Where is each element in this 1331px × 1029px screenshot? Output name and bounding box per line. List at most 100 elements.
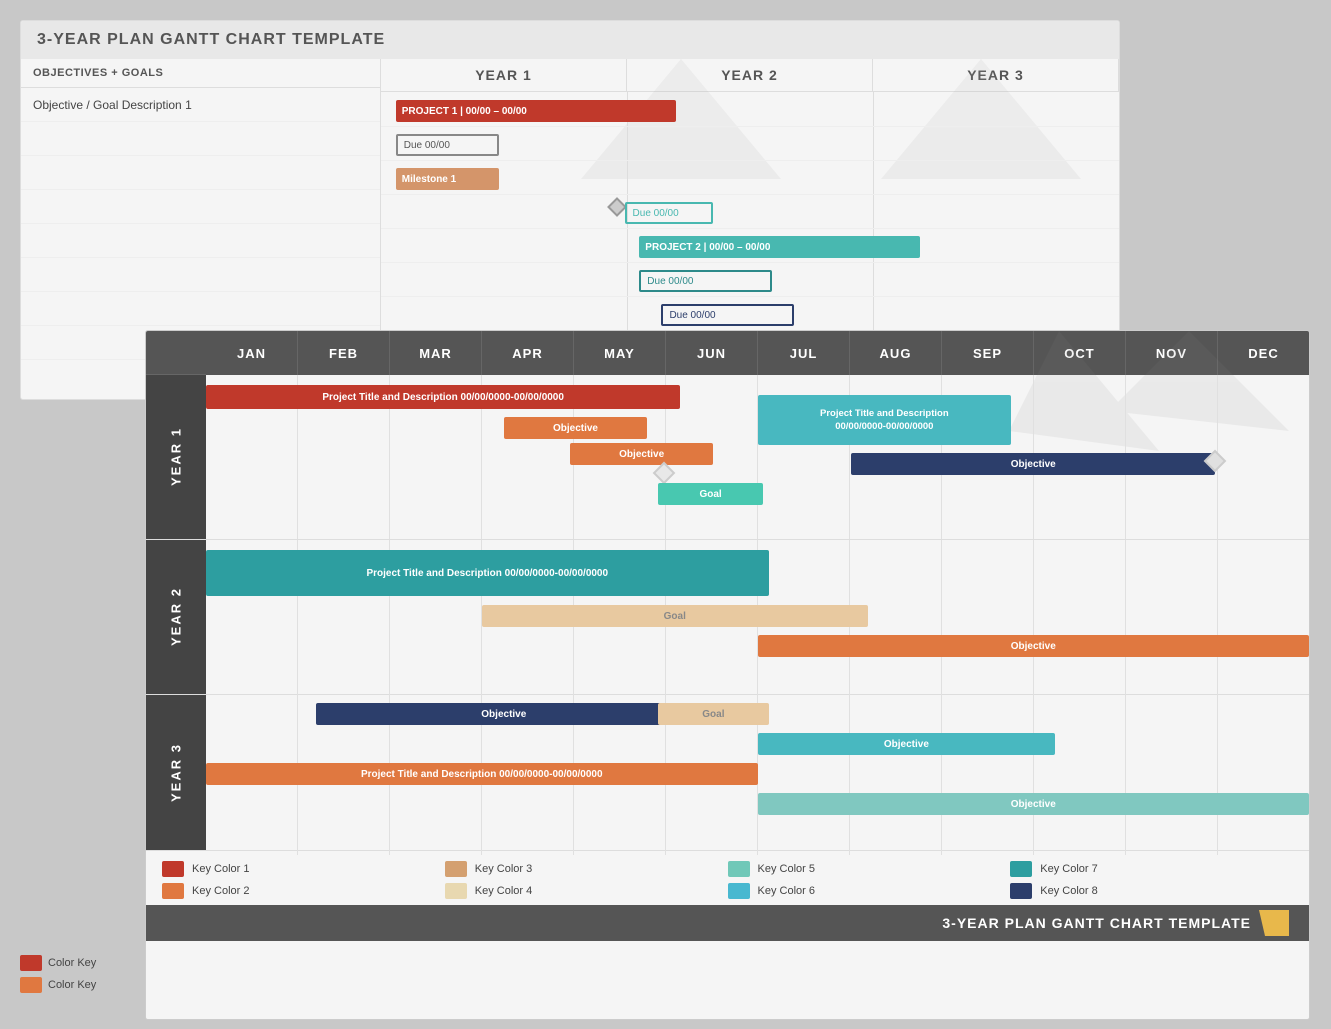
year2-label: YEAR 2 [146, 540, 206, 694]
key-label-4: Key Color 4 [475, 885, 532, 897]
footer-title: 3-YEAR PLAN GANTT CHART TEMPLATE [942, 915, 1251, 931]
y3-bar-project1: Project Title and Description 00/00/0000… [206, 763, 758, 785]
header-row: JAN FEB MAR APR MAY JUN JUL AUG SEP OCT … [146, 331, 1309, 375]
month-aug: AUG [850, 331, 942, 375]
bg-hline-4 [381, 228, 1119, 229]
year2-content: Project Title and Description 00/00/0000… [206, 540, 1309, 700]
month-oct: OCT [1034, 331, 1126, 375]
y3-bar-obj2: Objective [758, 733, 1056, 755]
key-col-4: Key Color 7 Key Color 8 [1010, 861, 1293, 899]
bg-row-7 [21, 292, 380, 326]
y3-col-oct [1034, 695, 1126, 855]
bg-due-2: Due 00/00 [625, 202, 714, 224]
bg-card-title: 3-YEAR PLAN GANTT CHART TEMPLATE [37, 31, 385, 48]
bg-row-3 [21, 156, 380, 190]
month-jul: JUL [758, 331, 850, 375]
key-swatch-7 [1010, 861, 1032, 877]
bg-row-2 [21, 122, 380, 156]
bg-row-6 [21, 258, 380, 292]
month-dec: DEC [1218, 331, 1309, 375]
bg-key-label-2: Color Key [48, 979, 96, 991]
key-item-4: Key Color 4 [445, 883, 728, 899]
footer-bar: 3-YEAR PLAN GANTT CHART TEMPLATE [146, 905, 1309, 941]
y3-col-aug [850, 695, 942, 855]
key-swatch-6 [728, 883, 750, 899]
main-card: JAN FEB MAR APR MAY JUN JUL AUG SEP OCT … [145, 330, 1310, 1020]
bg-key-swatch-1 [20, 955, 42, 971]
bg-due-1: Due 00/00 [396, 134, 499, 156]
y3-col-sep [942, 695, 1034, 855]
key-item-8: Key Color 8 [1010, 883, 1293, 899]
month-headers: JAN FEB MAR APR MAY JUN JUL AUG SEP OCT … [206, 331, 1309, 375]
key-swatch-2 [162, 883, 184, 899]
bg-key-item-2: Color Key [20, 977, 96, 993]
y2-bar-obj1: Objective [758, 635, 1310, 657]
key-label-8: Key Color 8 [1040, 885, 1097, 897]
y2-col-sep [942, 540, 1034, 700]
bg-hline-5 [381, 262, 1119, 263]
bg-year-1: YEAR 1 [381, 59, 627, 91]
bg-year-3: YEAR 3 [873, 59, 1119, 91]
key-label-2: Key Color 2 [192, 885, 249, 897]
y1-bar-obj1: Objective [504, 417, 647, 439]
bg-hline-6 [381, 296, 1119, 297]
bg-year-headers: YEAR 1 YEAR 2 YEAR 3 [381, 59, 1119, 92]
bg-key-swatch-2 [20, 977, 42, 993]
key-col-3: Key Color 5 Key Color 6 [728, 861, 1011, 899]
bg-bar-milestone1: Milestone 1 [396, 168, 499, 190]
year3-label: YEAR 3 [146, 695, 206, 850]
y3-bar-obj1: Objective [316, 703, 691, 725]
month-feb: FEB [298, 331, 390, 375]
bg-row-5 [21, 224, 380, 258]
bg-hline-1 [381, 126, 1119, 127]
month-jun: JUN [666, 331, 758, 375]
key-label-3: Key Color 3 [475, 863, 532, 875]
key-swatch-1 [162, 861, 184, 877]
header-corner [146, 331, 206, 375]
bg-row-4 [21, 190, 380, 224]
month-mar: MAR [390, 331, 482, 375]
year1-label: YEAR 1 [146, 375, 206, 539]
y3-bar-obj3: Objective [758, 793, 1310, 815]
key-item-3: Key Color 3 [445, 861, 728, 877]
year1-section: YEAR 1 Project Title and Description 00/… [146, 375, 1309, 540]
y1-bar-obj3: Objective [851, 453, 1215, 475]
bg-bar-project2: PROJECT 2 | 00/00 – 00/00 [639, 236, 919, 258]
bg-due-4: Due 00/00 [661, 304, 794, 326]
y2-col-dec [1218, 540, 1309, 700]
key-label-7: Key Color 7 [1040, 863, 1097, 875]
key-label-6: Key Color 6 [758, 885, 815, 897]
key-swatch-5 [728, 861, 750, 877]
key-item-2: Key Color 2 [162, 883, 445, 899]
key-item-1: Key Color 1 [162, 861, 445, 877]
key-label-1: Key Color 1 [192, 863, 249, 875]
y2-col-nov [1126, 540, 1218, 700]
bg-key-label-1: Color Key [48, 957, 96, 969]
year3-section: YEAR 3 Objective Goal Objective Project … [146, 695, 1309, 850]
y1-bar-project1: Project Title and Description 00/00/0000… [206, 385, 680, 409]
y3-col-dec [1218, 695, 1309, 855]
y3-col-jul [758, 695, 850, 855]
bg-year-2: YEAR 2 [627, 59, 873, 91]
key-item-6: Key Color 6 [728, 883, 1011, 899]
bg-due-3: Due 00/00 [639, 270, 772, 292]
y1-bar-project2: Project Title and Description00/00/0000-… [758, 395, 1012, 445]
bg-color-key: Color Key Color Key [20, 955, 96, 999]
key-item-5: Key Color 5 [728, 861, 1011, 877]
y1-bar-obj2: Objective [570, 443, 713, 465]
year1-content: Project Title and Description 00/00/0000… [206, 375, 1309, 539]
key-item-7: Key Color 7 [1010, 861, 1293, 877]
month-apr: APR [482, 331, 574, 375]
bg-bar-project1: PROJECT 1 | 00/00 – 00/00 [396, 100, 676, 122]
year3-content: Objective Goal Objective Project Title a… [206, 695, 1309, 855]
month-sep: SEP [942, 331, 1034, 375]
bg-row-1: Objective / Goal Description 1 [21, 88, 380, 122]
bg-objectives-header: OBJECTIVES + GOALS [21, 59, 380, 88]
month-nov: NOV [1126, 331, 1218, 375]
key-col-2: Key Color 3 Key Color 4 [445, 861, 728, 899]
y2-bar-goal1: Goal [482, 605, 868, 627]
key-col-1: Key Color 1 Key Color 2 [162, 861, 445, 899]
key-swatch-3 [445, 861, 467, 877]
key-label-5: Key Color 5 [758, 863, 815, 875]
month-jan: JAN [206, 331, 298, 375]
